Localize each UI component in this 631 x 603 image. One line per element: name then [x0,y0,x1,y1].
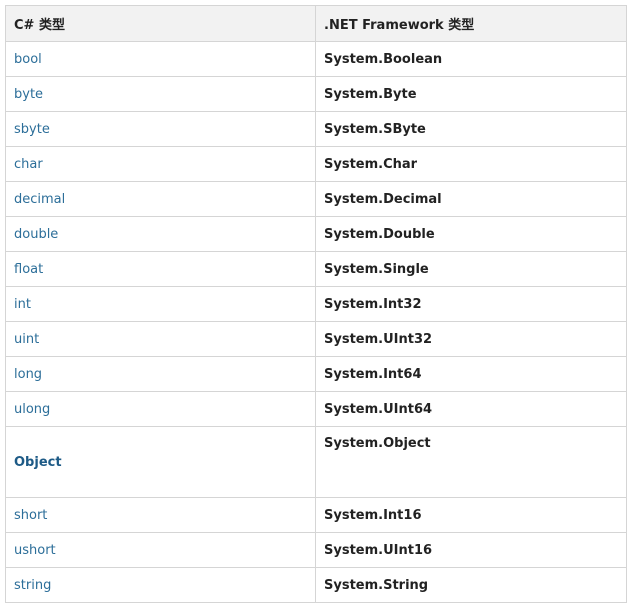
dotnet-type-cell: System.UInt64 [315,391,627,427]
table-row: short System.Int16 [5,497,627,533]
table-row: sbyte System.SByte [5,111,627,147]
table-row: uint System.UInt32 [5,321,627,357]
table-row: char System.Char [5,146,627,182]
csharp-type-link[interactable]: float [5,251,316,287]
table-row: float System.Single [5,251,627,287]
page: C# 类型 .NET Framework 类型 bool System.Bool… [0,0,631,603]
table-row: Object System.Object [5,426,627,498]
dotnet-type-cell: System.UInt16 [315,532,627,568]
table-header-row: C# 类型 .NET Framework 类型 [5,5,627,42]
dotnet-type-cell: System.Single [315,251,627,287]
csharp-type-link[interactable]: double [5,216,316,252]
csharp-type-link[interactable]: ushort [5,532,316,568]
csharp-type-link[interactable]: sbyte [5,111,316,147]
dotnet-type-cell: System.SByte [315,111,627,147]
dotnet-type-cell: System.Int32 [315,286,627,322]
csharp-type-link[interactable]: char [5,146,316,182]
table-row: byte System.Byte [5,76,627,112]
header-csharp-type: C# 类型 [5,5,316,42]
header-dotnet-type: .NET Framework 类型 [315,5,627,42]
table-row: ulong System.UInt64 [5,391,627,427]
csharp-type-link[interactable]: string [5,567,316,603]
csharp-type-link[interactable]: bool [5,41,316,77]
dotnet-type-cell: System.Int64 [315,356,627,392]
csharp-type-link[interactable]: uint [5,321,316,357]
table-row: double System.Double [5,216,627,252]
table-row: bool System.Boolean [5,41,627,77]
dotnet-type-cell: System.UInt32 [315,321,627,357]
dotnet-type-cell: System.Boolean [315,41,627,77]
table-row: int System.Int32 [5,286,627,322]
dotnet-type-cell: System.Char [315,146,627,182]
csharp-type-link[interactable]: byte [5,76,316,112]
table-row: string System.String [5,567,627,603]
csharp-type-link[interactable]: ulong [5,391,316,427]
table-row: long System.Int64 [5,356,627,392]
csharp-type-link[interactable]: int [5,286,316,322]
type-mapping-table: C# 类型 .NET Framework 类型 bool System.Bool… [5,5,627,603]
dotnet-type-cell: System.Object [315,426,627,498]
table-row: ushort System.UInt16 [5,532,627,568]
csharp-type-link[interactable]: decimal [5,181,316,217]
csharp-type-link[interactable]: short [5,497,316,533]
dotnet-type-cell: System.Int16 [315,497,627,533]
table-row: decimal System.Decimal [5,181,627,217]
csharp-type-link[interactable]: Object [5,426,316,498]
dotnet-type-cell: System.Double [315,216,627,252]
dotnet-type-cell: System.Decimal [315,181,627,217]
dotnet-type-cell: System.String [315,567,627,603]
dotnet-type-cell: System.Byte [315,76,627,112]
csharp-type-link[interactable]: long [5,356,316,392]
